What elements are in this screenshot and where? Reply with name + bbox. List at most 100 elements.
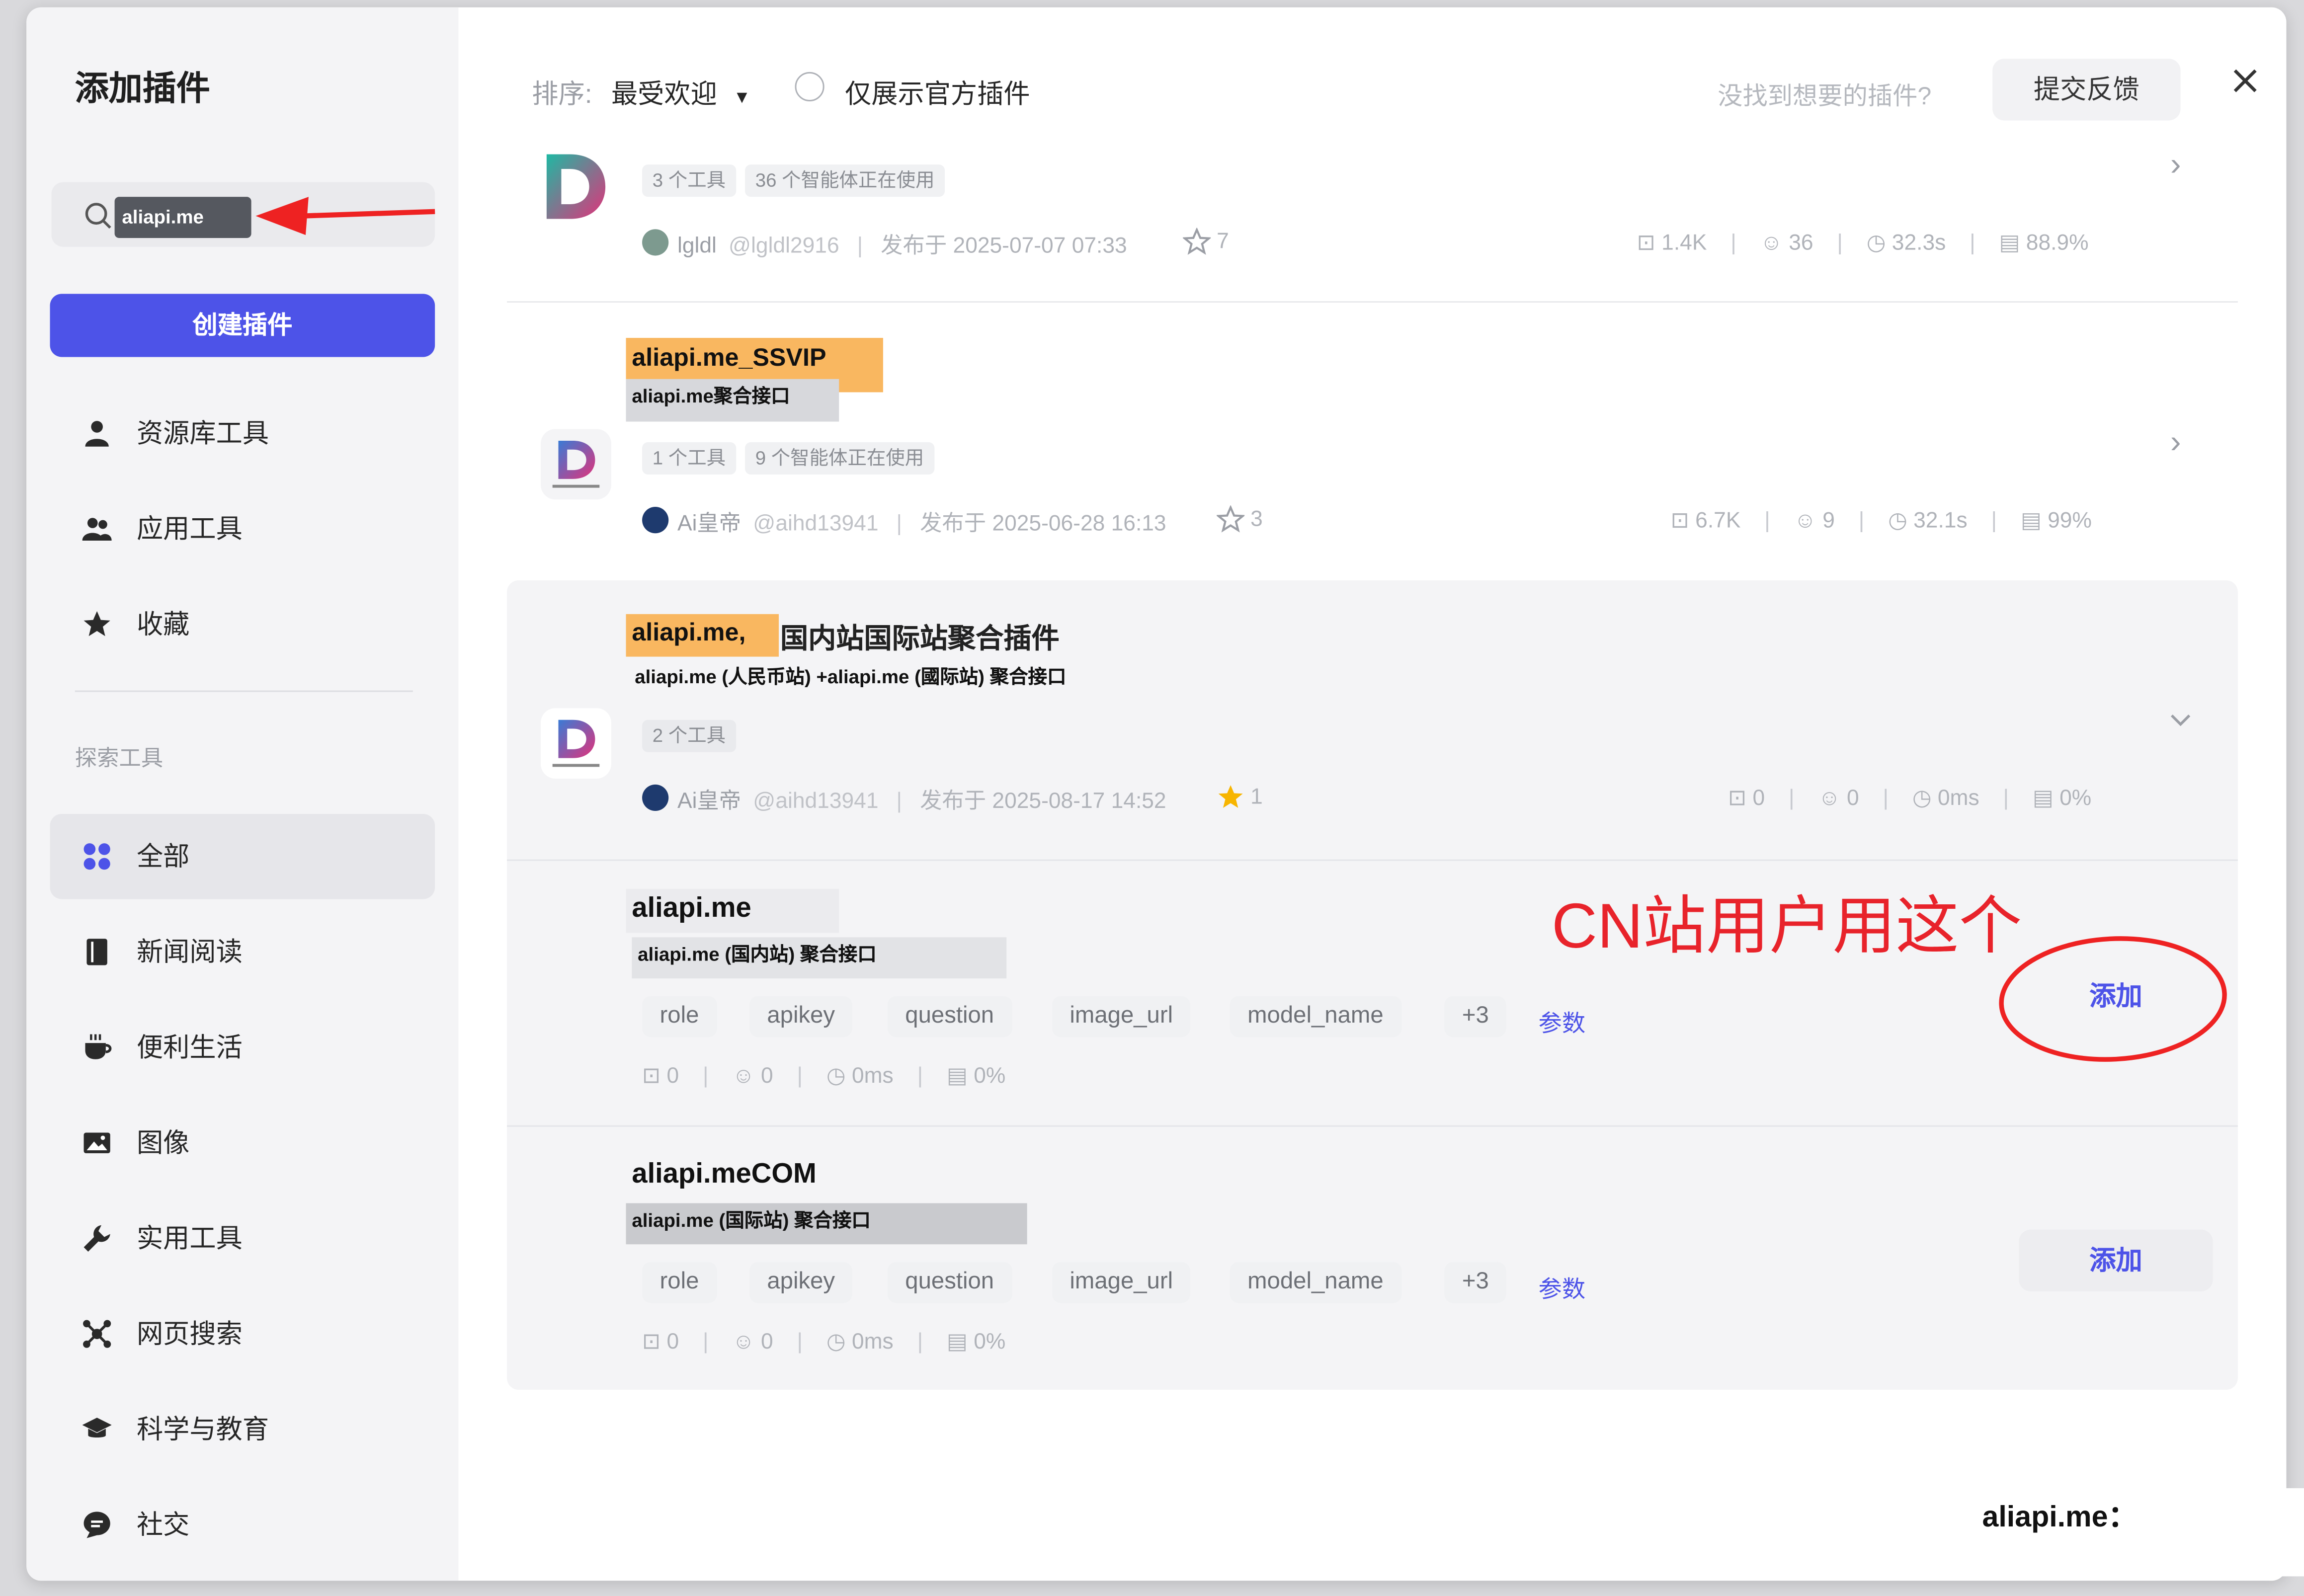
message-icon: ▤ (2020, 508, 2042, 534)
plugin-desc: aliapi.me (人民币站) +aliapi.me (國际站) 聚合接口 (635, 665, 1067, 688)
clock-icon: ◷ (826, 1329, 846, 1355)
chat-bubble-icon: ☺ (732, 1063, 755, 1089)
message-icon: ▤ (2032, 786, 2054, 811)
watermark-text: aliapi.me： (1982, 1501, 2138, 1534)
tool-name: aliapi.me (632, 893, 751, 924)
add-button[interactable]: 添加 (2019, 1229, 2213, 1291)
nav-label: 社交 (136, 1510, 190, 1540)
nav-label: 资源库工具 (136, 418, 269, 448)
plugin-stats: ⊡ 1.4K | ☺ 36 | ◷ 32.3s | ▤ 88.9% (1637, 231, 2089, 256)
plugin-title-highlight: aliapi.me, (626, 614, 779, 657)
search-icon (85, 203, 111, 229)
tool-param: question (887, 996, 1012, 1037)
plugin-desc: aliapi.me聚合接口 (626, 379, 839, 422)
dialog-title: 添加插件 (75, 69, 210, 107)
plugin-tag: 3 个工具 (642, 164, 736, 197)
official-only-label: 仅展示官方插件 (845, 79, 1030, 109)
nav-web-search[interactable]: 网页搜索 (50, 1291, 435, 1376)
star-filled-icon[interactable] (1217, 783, 1244, 811)
robot-icon: ⊡ (1670, 508, 1689, 534)
nav-label: 应用工具 (136, 514, 243, 544)
message-icon: ▤ (946, 1063, 968, 1089)
tool-param: question (887, 1262, 1012, 1303)
nav-favorites[interactable]: 收藏 (50, 582, 435, 667)
divider (507, 1125, 2238, 1127)
tool-param-more[interactable]: +3 (1444, 1262, 1507, 1303)
tool-params-link[interactable]: 参数 (1539, 1003, 1586, 1038)
tool-name: aliapi.meCOM (632, 1159, 817, 1190)
plugin-tag: 2 个工具 (642, 719, 736, 752)
sort-dropdown[interactable]: 最受欢迎 ▼ (611, 74, 751, 112)
chevron-right-icon[interactable]: › (2170, 423, 2181, 462)
clock-icon: ◷ (1888, 508, 1907, 534)
close-icon[interactable] (2230, 66, 2260, 95)
sort-label: 排序: (532, 79, 592, 109)
nav-label: 图像 (136, 1128, 190, 1158)
plugin-tag: 9 个智能体正在使用 (744, 442, 934, 475)
robot-icon: ⊡ (1728, 786, 1747, 811)
annotation-text: CN站用户用这个 (1552, 891, 2022, 962)
plugin-stars: 1 (1250, 784, 1263, 810)
clock-icon: ◷ (1866, 231, 1886, 256)
nav-app-tools[interactable]: 应用工具 (50, 486, 435, 571)
nav-science-education[interactable]: 科学与教育 (50, 1387, 435, 1472)
image-icon (83, 1132, 110, 1153)
plugin-author-line: Ai皇帝 @aihd13941 | 发布于 2025-08-17 14:52 (677, 789, 1166, 814)
person-icon (85, 421, 109, 447)
avatar (642, 507, 669, 534)
plugin-stars: 3 (1250, 507, 1263, 532)
tool-desc: aliapi.me (国际站) 聚合接口 (626, 1203, 1027, 1245)
tool-param: apikey (749, 1262, 853, 1303)
search-value[interactable]: aliapi.me (114, 197, 251, 238)
nav-all[interactable]: 全部 (50, 813, 435, 899)
avatar (642, 784, 669, 811)
network-icon (83, 1320, 111, 1348)
plugin-stars: 7 (1217, 229, 1229, 254)
star-outline-icon[interactable] (1217, 505, 1245, 533)
chat-bubble-icon: ☺ (1818, 786, 1841, 811)
nav-news[interactable]: 新闻阅读 (50, 909, 435, 994)
nav-label: 网页搜索 (136, 1319, 243, 1349)
tool-param: model_name (1230, 1262, 1401, 1303)
chat-icon (83, 1512, 110, 1538)
create-plugin-button[interactable]: 创建插件 (50, 294, 435, 357)
tool-param: apikey (749, 996, 853, 1037)
official-only-radio[interactable] (795, 72, 824, 102)
nav-utility[interactable]: 实用工具 (50, 1196, 435, 1281)
plugin-tag: 1 个工具 (642, 442, 736, 475)
robot-icon: ⊡ (642, 1329, 661, 1355)
nav-label: 收藏 (136, 609, 190, 639)
plugin-card[interactable] (507, 132, 2238, 303)
caret-down-icon: ▼ (733, 86, 751, 107)
chat-bubble-icon: ☺ (1794, 508, 1816, 534)
tool-params-link[interactable]: 参数 (1539, 1270, 1586, 1305)
divider (75, 690, 413, 692)
robot-icon: ⊡ (1637, 231, 1655, 256)
star-icon (83, 611, 110, 637)
clock-icon: ◷ (826, 1063, 846, 1089)
wrench-icon (83, 1225, 110, 1252)
add-plugin-dialog: 添加插件 aliapi.me 创建插件 资源库工具 应用工具 收藏 探索工具 全… (26, 7, 2287, 1581)
nav-life[interactable]: 便利生活 (50, 1005, 435, 1090)
tool-param: model_name (1230, 996, 1401, 1037)
plugin-title: 国内站国际站聚合插件 (780, 624, 1060, 655)
nav-image[interactable]: 图像 (50, 1100, 435, 1185)
message-icon: ▤ (1999, 231, 2020, 256)
feedback-button[interactable]: 提交反馈 (1992, 59, 2181, 121)
chevron-down-icon[interactable] (2169, 710, 2192, 730)
sort-value: 最受欢迎 (611, 79, 717, 109)
tool-stats: ⊡ 0 | ☺ 0 | ◷ 0ms | ▤ 0% (642, 1329, 1006, 1355)
nav-social[interactable]: 社交 (50, 1482, 435, 1567)
plugin-stats: ⊡ 6.7K | ☺ 9 | ◷ 32.1s | ▤ 99% (1670, 508, 2092, 534)
tool-param-more[interactable]: +3 (1444, 996, 1507, 1037)
plugin-logo (546, 154, 606, 219)
nav-library-tools[interactable]: 资源库工具 (50, 391, 435, 476)
nav-label: 实用工具 (136, 1223, 243, 1253)
chevron-right-icon[interactable]: › (2170, 146, 2181, 184)
star-outline-icon[interactable] (1183, 228, 1211, 255)
cup-icon (85, 1034, 112, 1059)
divider (507, 301, 2238, 303)
tool-param: image_url (1052, 996, 1191, 1037)
grid-icon (83, 843, 110, 870)
chat-bubble-icon: ☺ (732, 1329, 755, 1355)
